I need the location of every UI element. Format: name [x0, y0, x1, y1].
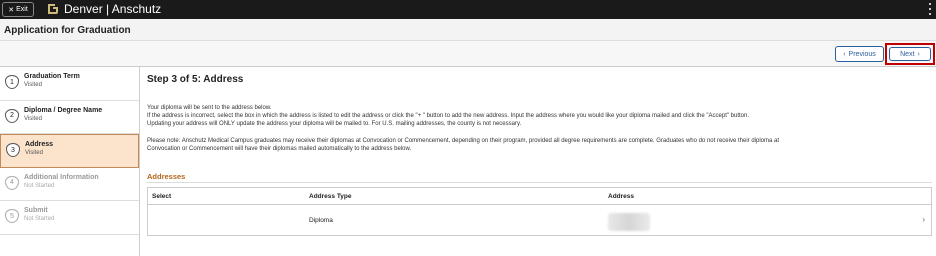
instructions-paragraph: Your diploma will be sent to the address…: [147, 104, 932, 128]
step-title: Submit: [24, 207, 48, 214]
next-label: Next: [900, 50, 915, 58]
step-number-badge: 1: [5, 75, 19, 89]
step-status: Not Started: [24, 216, 55, 222]
step-item-diploma-degree-name[interactable]: 2 Diploma / Degree Name Visited: [0, 101, 139, 134]
chevron-left-icon: ‹: [843, 50, 846, 58]
exit-label: Exit: [16, 6, 28, 13]
addresses-table: Select Address Type Address Diploma ›: [147, 187, 932, 236]
table-row[interactable]: Diploma ›: [148, 206, 931, 236]
next-button[interactable]: Next ›: [889, 47, 931, 61]
step-nav-bar: ‹ Previous Next ›: [0, 41, 936, 67]
table-header: Select Address Type Address: [148, 188, 931, 205]
instruction-line: If the address is incorrect, select the …: [147, 113, 750, 119]
previous-button[interactable]: ‹ Previous: [835, 46, 884, 62]
redacted-address: [608, 213, 650, 231]
step-item-submit: 5 Submit Not Started: [0, 201, 139, 235]
addresses-heading: Addresses: [147, 172, 186, 181]
step-sidebar: 1 Graduation Term Visited 2 Diploma / De…: [0, 67, 140, 256]
step-item-additional-information: 4 Additional Information Not Started: [0, 168, 139, 201]
step-title: Address: [25, 141, 54, 148]
step-item-address[interactable]: 3 Address Visited: [0, 134, 139, 168]
step-number-badge: 2: [5, 108, 19, 123]
note-line: Please note: Anschutz Medical Campus gra…: [147, 138, 780, 144]
brand-title: Denver | Anschutz: [64, 2, 162, 16]
note-line: Convocation or Commencement will have th…: [147, 146, 412, 152]
page-title: Application for Graduation: [4, 25, 131, 36]
instruction-line: Updating your address will ONLY update t…: [147, 121, 522, 127]
note-paragraph: Please note: Anschutz Medical Campus gra…: [147, 137, 932, 153]
previous-label: Previous: [848, 50, 876, 58]
column-header-address: Address: [608, 193, 635, 200]
main-content: Step 3 of 5: Address Your diploma will b…: [147, 67, 932, 256]
column-header-select: Select: [152, 193, 172, 200]
step-title: Additional Information: [24, 173, 99, 181]
cu-logo-icon: [48, 4, 58, 14]
exit-button[interactable]: ✕ Exit: [2, 2, 34, 17]
address-type-cell: Diploma: [309, 217, 333, 224]
step-item-graduation-term[interactable]: 1 Graduation Term Visited: [0, 67, 139, 101]
step-status: Visited: [24, 82, 42, 88]
step-title: Diploma / Degree Name: [24, 106, 103, 114]
step-title: Graduation Term: [24, 73, 80, 80]
close-icon: ✕: [8, 6, 15, 14]
title-bar: Application for Graduation: [0, 19, 936, 41]
step-number-badge: 5: [5, 209, 19, 223]
step-status: Not Started: [24, 182, 55, 189]
step-heading: Step 3 of 5: Address: [147, 74, 244, 85]
next-button-highlight: Next ›: [885, 43, 935, 65]
section-divider: [147, 182, 932, 183]
step-number-badge: 3: [6, 143, 20, 157]
kebab-menu-icon[interactable]: [928, 2, 932, 16]
chevron-right-icon[interactable]: ›: [922, 215, 925, 224]
column-header-address-type: Address Type: [309, 193, 352, 200]
step-number-badge: 4: [5, 175, 19, 190]
chevron-right-icon: ›: [917, 50, 920, 58]
step-status: Visited: [25, 150, 43, 156]
top-bar: ✕ Exit Denver | Anschutz: [0, 0, 936, 19]
step-status: Visited: [24, 115, 42, 122]
instruction-line: Your diploma will be sent to the address…: [147, 105, 272, 111]
